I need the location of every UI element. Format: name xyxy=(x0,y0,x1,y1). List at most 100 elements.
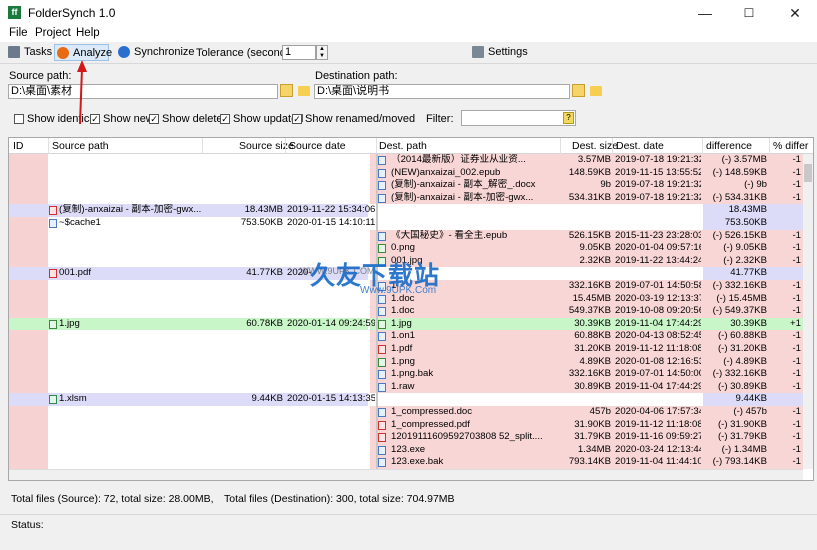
cell-ddate: 2020-03-19 12:13:37 xyxy=(615,292,701,304)
destination-summary: Total files (Destination): 300, total si… xyxy=(224,493,455,505)
menu-file[interactable]: File xyxy=(9,27,28,39)
synchronize-button[interactable]: Synchronize xyxy=(116,44,195,61)
table-row[interactable]: (复制)-anxaizai - 副本-加密-gwx... 18.43MB 2019-… xyxy=(9,204,803,217)
table-row[interactable]: 123.exe 1.34MB 2020-03-24 12:13:44 (-) 1.34… xyxy=(9,443,803,457)
col-source-date[interactable]: Source date xyxy=(289,140,346,152)
table-row[interactable]: 1.jpg 60.78KB 2020-01-14 09:24:59 1.jpg 30.3… xyxy=(9,317,803,331)
cell-dsize: 9b xyxy=(600,179,611,191)
source-summary: Total files (Source): 72, total size: 28… xyxy=(11,493,214,505)
row-id-background xyxy=(9,254,48,268)
img-file-icon xyxy=(378,244,386,254)
show-deleted-checkbox[interactable]: ✓ Show deleted xyxy=(149,113,229,125)
table-row[interactable]: 1.doc 549.37KB 2019-10-08 09:20:56 (-) 549.… xyxy=(9,305,803,318)
cell-pct: -1 xyxy=(792,368,801,380)
table-row[interactable]: 1_compressed.pdf 31.90KB 2019-11-12 11:18:… xyxy=(9,418,803,432)
source-folder-icon[interactable] xyxy=(298,86,310,96)
doc-file-icon xyxy=(378,445,386,455)
cell-dst: 1.doc xyxy=(391,305,415,317)
destination-path-input[interactable]: D:\桌面\说明书 xyxy=(314,84,570,99)
table-row[interactable]: 0.png 9.05KB 2020-01-04 09:57:16 (-) 9.05KB… xyxy=(9,242,803,255)
cell-pct: -1 xyxy=(792,179,801,191)
table-row[interactable]: 1.xlsm 9.44KB 2020-01-15 14:13:35 9.44KB xyxy=(9,393,803,406)
table-row[interactable]: 12019111609592703808 52_split.... 31.79KB… xyxy=(9,431,803,444)
table-row[interactable]: (复制)-anxaizai - 副本-加密-gwx... 534.31KB 2019… xyxy=(9,191,803,205)
menu-help[interactable]: Help xyxy=(76,27,100,39)
cell-src: 001.pdf xyxy=(59,267,92,279)
table-row[interactable]: 123.exe.bak 793.14KB 2019-11-04 11:44:10 (-… xyxy=(9,456,803,469)
close-button[interactable]: ✕ xyxy=(773,0,817,26)
settings-label: Settings xyxy=(488,46,528,58)
row-source-background xyxy=(9,330,368,343)
cell-dsize: 148.59KB xyxy=(568,166,611,178)
table-row[interactable]: 1.pdf 31.20KB 2019-11-12 11:18:08 (-) 31.20… xyxy=(9,343,803,356)
source-browse-button[interactable] xyxy=(280,84,293,97)
col-source-path[interactable]: Source path xyxy=(52,140,109,152)
table-row[interactable]: (复制)-anxaizai - 副本_解密_.docx 9b 2019-07-18 … xyxy=(9,179,803,192)
cell-dsize: 3.57MB xyxy=(577,154,611,165)
watermark-sub: Www.9UPK.Com xyxy=(360,285,437,296)
window-title: FolderSynch 1.0 xyxy=(28,6,116,20)
filter-input[interactable] xyxy=(461,110,576,126)
table-row[interactable]: 1.on1 60.88KB 2020-04-13 08:52:45 (-) 60.88… xyxy=(9,330,803,343)
horizontal-scrollbar[interactable] xyxy=(9,469,803,480)
cell-pct: -1 xyxy=(792,191,801,203)
col-dest-date[interactable]: Dest. date xyxy=(616,140,664,152)
cell-diff: (-) 4.89KB xyxy=(723,355,767,367)
menu-project[interactable]: Project xyxy=(35,27,71,39)
cell-ddate: 2019-07-18 19:21:32 xyxy=(615,154,701,165)
source-path-input[interactable]: D:\桌面\素材 xyxy=(8,84,278,99)
tolerance-spinner[interactable]: ▲ ▼ xyxy=(316,45,328,60)
show-new-checkbox[interactable]: ✓ Show new xyxy=(90,113,154,125)
cell-ddate: 2020-04-13 08:52:45 xyxy=(615,330,701,342)
table-row[interactable]: ~$cache1 753.50KB 2020-01-15 14:10:11 753.5… xyxy=(9,217,803,230)
table-row[interactable]: （2014最新版）证券业从业资... 3.57MB 2019-07-18 19:21… xyxy=(9,154,803,167)
filter-apply-button[interactable]: ? xyxy=(563,112,574,124)
cell-sdate: 2020-01-15 14:13:35 xyxy=(287,393,375,405)
vertical-scrollbar[interactable] xyxy=(803,154,813,469)
cell-dsize: 31.20KB xyxy=(574,343,611,354)
cell-dsize: 9.05KB xyxy=(579,242,611,254)
cell-diff: (-) 2.32KB xyxy=(723,254,767,266)
show-updated-checkbox[interactable]: ✓ Show updated xyxy=(220,113,303,125)
minimize-button[interactable]: — xyxy=(683,0,727,26)
cell-pct: +1 xyxy=(790,317,801,329)
doc-file-icon xyxy=(378,156,386,165)
row-id-background xyxy=(9,179,48,192)
col-id[interactable]: ID xyxy=(13,140,24,152)
tasks-button[interactable]: Tasks xyxy=(6,44,52,61)
cell-pct: -1 xyxy=(792,418,801,430)
table-row[interactable]: 1.png.bak 332.16KB 2019-07-01 14:50:00 (-) … xyxy=(9,368,803,381)
row-id-background xyxy=(9,280,48,293)
checkbox-box: ✓ xyxy=(149,114,159,124)
show-deleted-label: Show deleted xyxy=(162,113,229,125)
cell-pct: -1 xyxy=(792,280,801,291)
col-dest-path[interactable]: Dest. path xyxy=(379,140,427,152)
table-row[interactable]: 1_compressed.doc 457b 2020-04-06 17:57:34 (… xyxy=(9,406,803,419)
show-new-label: Show new xyxy=(103,113,154,125)
table-row[interactable]: 《大国秘史》- 看全主.epub 526.15KB 2015-11-23 23:28… xyxy=(9,229,803,243)
destination-folder-icon[interactable] xyxy=(590,86,602,96)
show-renamed-checkbox[interactable]: ✓ Show renamed/moved xyxy=(292,113,415,125)
col-percent[interactable]: % differ xyxy=(773,140,808,152)
col-difference[interactable]: difference xyxy=(706,140,752,152)
row-id-background xyxy=(9,330,48,343)
cell-diff: (-) 30.89KB xyxy=(717,380,767,392)
row-id-background xyxy=(9,166,48,180)
table-row[interactable]: (NEW)anxaizai_002.epub 148.59KB 2019-11-15… xyxy=(9,166,803,180)
scroll-thumb[interactable] xyxy=(804,164,812,182)
table-row[interactable]: 1.png 4.89KB 2020-01-08 12:16:53 (-) 4.89KB… xyxy=(9,355,803,369)
row-id-background xyxy=(9,431,48,444)
cell-diff: (-) 534.31KB xyxy=(712,191,767,203)
cell-diff: (-) 457b xyxy=(733,406,767,417)
row-source-background xyxy=(9,418,368,432)
col-divider xyxy=(376,138,377,154)
cell-pct: -1 xyxy=(792,431,801,443)
tolerance-input[interactable]: 1 xyxy=(282,45,316,60)
destination-browse-button[interactable] xyxy=(572,84,585,97)
table-row[interactable]: 1.raw 30.89KB 2019-11-04 17:44:29 (-) 30.89… xyxy=(9,380,803,394)
settings-button[interactable]: Settings xyxy=(470,44,528,61)
maximize-button[interactable]: ☐ xyxy=(727,0,771,26)
row-source-background xyxy=(9,443,368,457)
cell-diff: (-) 31.20KB xyxy=(717,343,767,354)
cell-sdate: 2020-01-15 14:10:11 xyxy=(287,217,375,228)
